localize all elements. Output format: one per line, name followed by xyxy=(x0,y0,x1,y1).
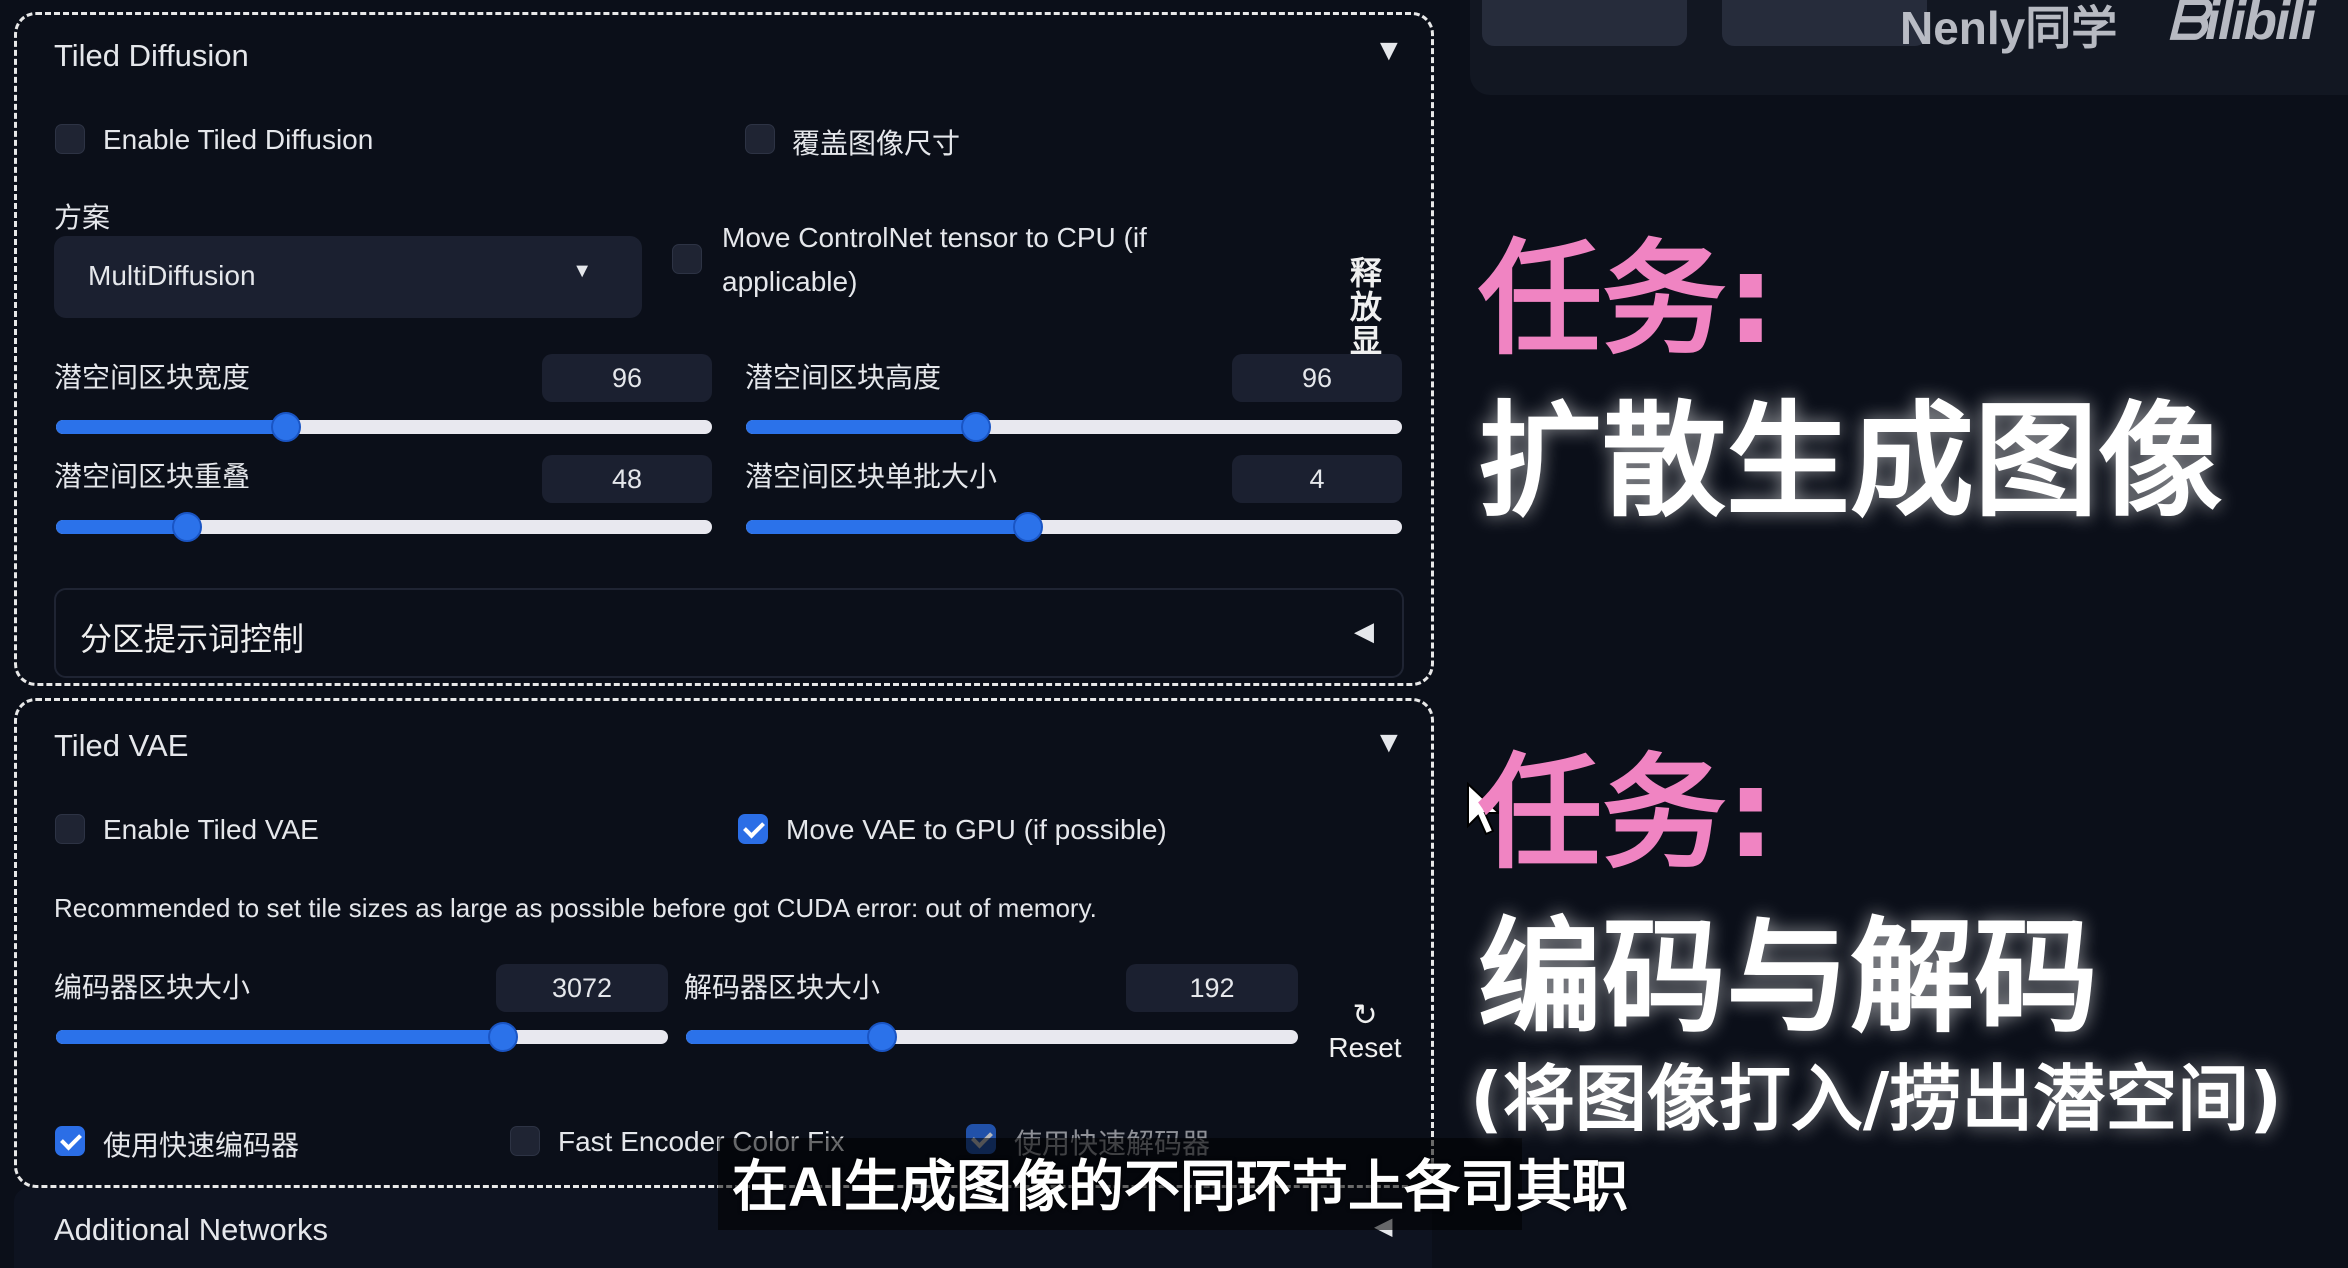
latent-tile-overlap-input[interactable]: 48 xyxy=(542,455,712,503)
top-tab-2[interactable] xyxy=(1722,0,1927,46)
tiled-diffusion-title: Tiled Diffusion xyxy=(54,38,249,73)
task2-subtext: (将图像打入/捞出潜空间) xyxy=(1470,1057,2283,1141)
region-prompt-label: 分区提示词控制 xyxy=(80,621,305,657)
additional-networks-title: Additional Networks xyxy=(54,1212,328,1247)
latent-tile-overlap-handle[interactable] xyxy=(172,512,203,542)
override-size-checkbox[interactable] xyxy=(745,124,775,154)
encoder-tile-input[interactable]: 3072 xyxy=(496,964,668,1012)
watermark-author: Nenly同学 xyxy=(1900,2,2118,54)
latent-tile-batch-input[interactable]: 4 xyxy=(1232,455,1402,503)
enable-tiled-vae-checkbox[interactable] xyxy=(55,814,85,844)
collapse-triangle-icon[interactable]: ▼ xyxy=(1374,34,1404,68)
fast-encoder-color-fix-checkbox[interactable] xyxy=(510,1126,540,1156)
enable-tiled-diffusion-label: Enable Tiled Diffusion xyxy=(103,124,374,155)
encoder-tile-label: 编码器区块大小 xyxy=(54,972,251,1003)
decoder-tile-handle[interactable] xyxy=(866,1022,897,1052)
controlnet-cpu-label-line2: applicable) xyxy=(722,266,858,297)
task1-text: 扩散生成图像 xyxy=(1478,390,2223,534)
latent-tile-overlap-label: 潜空间区块重叠 xyxy=(54,461,251,492)
encoder-tile-handle[interactable] xyxy=(487,1022,518,1052)
decoder-tile-input[interactable]: 192 xyxy=(1126,964,1298,1012)
fast-encoder-checkbox[interactable] xyxy=(55,1126,85,1156)
latent-tile-batch-label: 潜空间区块单批大小 xyxy=(745,461,998,492)
latent-tile-width-slider[interactable] xyxy=(56,412,712,442)
tiled-vae-title: Tiled VAE xyxy=(54,728,189,763)
tiled-vae-panel xyxy=(14,698,1434,1188)
task2-label: 任务: xyxy=(1478,742,1776,886)
move-vae-gpu-checkbox[interactable] xyxy=(738,814,768,844)
method-select-value: MultiDiffusion xyxy=(88,260,256,291)
collapse-triangle-icon[interactable]: ▼ xyxy=(1374,726,1404,760)
free-vram-label[interactable]: 释放显 xyxy=(1350,256,1386,358)
method-select[interactable]: MultiDiffusion ▼ xyxy=(54,236,642,318)
video-subtitle: 在AI生成图像的不同环节上各司其职 xyxy=(732,1155,1628,1218)
latent-tile-width-label: 潜空间区块宽度 xyxy=(54,362,251,393)
controlnet-cpu-label-line1: Move ControlNet tensor to CPU (if xyxy=(722,222,1147,253)
task1-label: 任务: xyxy=(1478,228,1776,372)
move-vae-gpu-label: Move VAE to GPU (if possible) xyxy=(786,814,1167,845)
tiled-diffusion-panel xyxy=(14,12,1434,686)
latent-tile-width-handle[interactable] xyxy=(270,412,301,442)
method-label: 方案 xyxy=(54,202,111,233)
controlnet-cpu-checkbox[interactable] xyxy=(672,244,702,274)
reset-label: Reset xyxy=(1328,1032,1402,1063)
override-size-label: 覆盖图像尺寸 xyxy=(792,128,961,159)
decoder-tile-label: 解码器区块大小 xyxy=(684,972,881,1003)
enable-tiled-vae-label: Enable Tiled VAE xyxy=(103,814,319,845)
reset-button[interactable]: ↻ Reset xyxy=(1328,1000,1402,1064)
enable-tiled-diffusion-checkbox[interactable] xyxy=(55,124,85,154)
top-tab-1[interactable] xyxy=(1482,0,1687,46)
decoder-tile-slider[interactable] xyxy=(686,1022,1298,1052)
latent-tile-batch-handle[interactable] xyxy=(1013,512,1044,542)
latent-tile-overlap-slider[interactable] xyxy=(56,512,712,542)
latent-tile-height-handle[interactable] xyxy=(960,412,991,442)
latent-tile-width-input[interactable]: 96 xyxy=(542,354,712,402)
reset-icon: ↻ xyxy=(1352,999,1378,1032)
latent-tile-height-input[interactable]: 96 xyxy=(1232,354,1402,402)
latent-tile-batch-slider[interactable] xyxy=(746,512,1402,542)
fast-encoder-label: 使用快速编码器 xyxy=(103,1130,300,1161)
chevron-down-icon: ▼ xyxy=(572,260,592,282)
recommend-text: Recommended to set tile sizes as large a… xyxy=(54,893,1097,923)
latent-tile-height-label: 潜空间区块高度 xyxy=(745,362,942,393)
encoder-tile-slider[interactable] xyxy=(56,1022,668,1052)
task2-text: 编码与解码 xyxy=(1478,906,2099,1050)
latent-tile-height-slider[interactable] xyxy=(746,412,1402,442)
bilibili-logo: ᗷilibili xyxy=(2168,0,2316,51)
triangle-left-icon: ◀ xyxy=(1354,616,1374,646)
region-prompt-accordion[interactable]: 分区提示词控制 ◀ xyxy=(54,588,1404,678)
